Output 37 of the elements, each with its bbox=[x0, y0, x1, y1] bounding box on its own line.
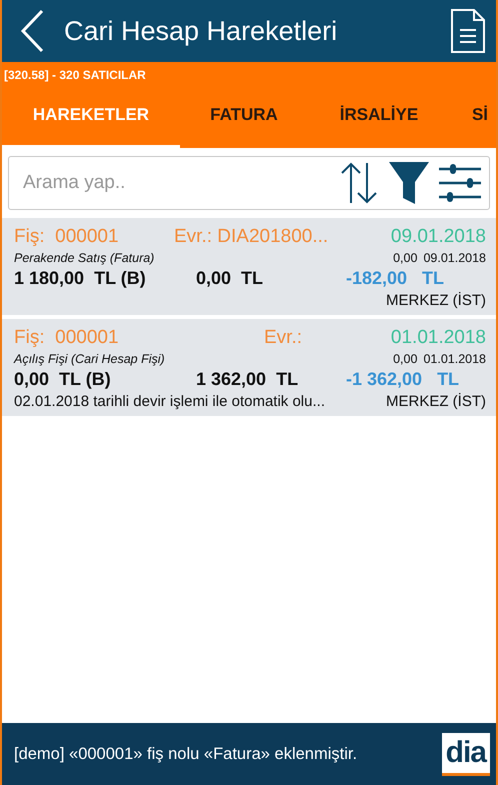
document-icon[interactable] bbox=[450, 8, 486, 54]
status-message: [demo] «000001» fiş nolu «Fatura» eklenmiştir. bbox=[14, 744, 358, 764]
debit-amount: 0,00 TL (B) bbox=[14, 369, 112, 390]
transaction-card[interactable]: Fiş: 000001 Evr.: DIA201800... 09.01.2018 Perakende Satış (Fatura) 0,00 09.01.2018 1 180,00 TL (B) 0,00 TL -182,00 TL MERKEZ (İST) bbox=[2, 218, 496, 315]
tab[interactable]: FATURA bbox=[180, 84, 308, 148]
sort-icon[interactable] bbox=[339, 161, 379, 205]
tab[interactable]: İRSALİYE bbox=[308, 84, 450, 148]
receipt-number: Fiş: 000001 bbox=[14, 226, 120, 248]
amount-value: 0,00 bbox=[393, 352, 418, 366]
transaction-note: 02.01.2018 tarihli devir işlemi ile otomatik olu... bbox=[14, 393, 325, 410]
transaction-type: Açılış Fişi (Cari Hesap Fişi) bbox=[14, 352, 165, 366]
sliders-icon[interactable] bbox=[439, 163, 481, 203]
document-number: Evr.: bbox=[264, 327, 302, 349]
account-label: [320.58] - 320 SATICILAR bbox=[3, 67, 147, 82]
logo: dia bbox=[442, 732, 490, 776]
credit-amount: 1 362,00 TL bbox=[196, 369, 300, 390]
balance-amount: -182,00 TL bbox=[346, 268, 444, 289]
debit-amount: 1 180,00 TL (B) bbox=[14, 268, 147, 289]
search-field[interactable]: Arama yap.. bbox=[21, 171, 329, 195]
transaction-type: Perakende Satış (Fatura) bbox=[14, 251, 154, 265]
transaction-date: 01.01.2018 bbox=[390, 327, 486, 349]
filter-icon[interactable] bbox=[389, 162, 429, 204]
branch-label: MERKEZ (İST) bbox=[386, 393, 486, 410]
credit-amount: 0,00 TL bbox=[196, 268, 264, 289]
due-date: 09.01.2018 bbox=[423, 251, 486, 265]
amount-value: 0,00 bbox=[393, 251, 418, 265]
back-icon[interactable] bbox=[20, 9, 44, 53]
due-date: 01.01.2018 bbox=[423, 352, 486, 366]
branch-label: MERKEZ (İST) bbox=[386, 292, 486, 309]
document-number: Evr.: DIA201800... bbox=[174, 226, 328, 248]
receipt-number: Fiş: 000001 bbox=[14, 327, 120, 349]
search-bar[interactable]: Arama yap.. bbox=[8, 156, 490, 210]
screen-title: Cari Hesap Hareketleri bbox=[64, 16, 338, 46]
transaction-date: 09.01.2018 bbox=[390, 226, 486, 248]
tab[interactable]: Sİ bbox=[450, 84, 496, 148]
transaction-card[interactable]: Fiş: 000001 Evr.: 01.01.2018 Açılış Fişi (Cari Hesap Fişi) 0,00 01.01.2018 0,00 TL (B) 1 362,00 TL -1 362,00 TL 02.01.2018 tarihli devir işlemi ile otomatik olu... MERKEZ (İST) bbox=[2, 319, 496, 416]
balance-amount: -1 362,00 TL bbox=[346, 369, 460, 390]
